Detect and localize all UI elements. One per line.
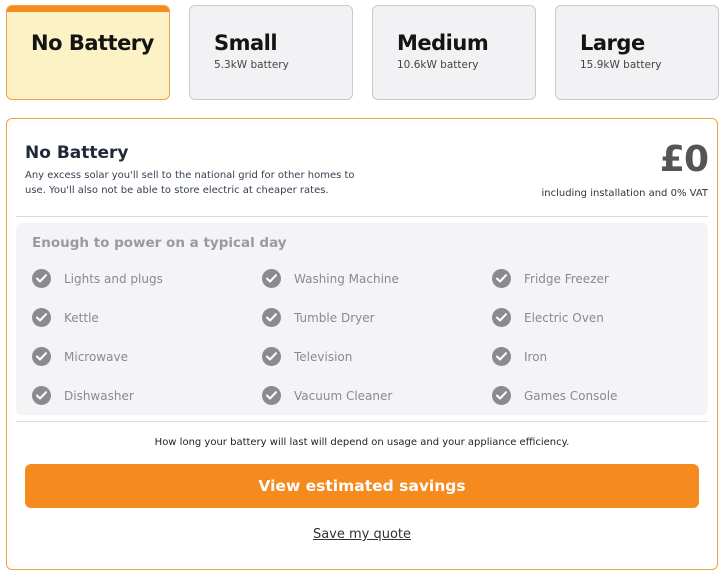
check-icon — [492, 386, 511, 405]
check-icon — [492, 308, 511, 327]
battery-detail-panel: No Battery Any excess solar you'll sell … — [6, 118, 718, 570]
option-title: Large — [580, 31, 645, 55]
appliance-item: Lights and plugs — [32, 259, 262, 298]
option-title: Small — [214, 31, 278, 55]
check-icon — [32, 386, 51, 405]
battery-options: No Battery Small 5.3kW battery Medium 10… — [6, 5, 719, 100]
divider — [16, 421, 708, 422]
option-title: Medium — [397, 31, 489, 55]
option-subtitle: 10.6kW battery — [397, 59, 479, 71]
check-icon — [262, 308, 281, 327]
check-icon — [492, 269, 511, 288]
check-icon — [262, 386, 281, 405]
appliances-heading: Enough to power on a typical day — [32, 235, 287, 251]
price-note: including installation and 0% VAT — [541, 188, 708, 199]
appliance-item: Iron — [492, 337, 702, 376]
option-title: No Battery — [31, 31, 154, 55]
option-no-battery[interactable]: No Battery — [6, 5, 170, 100]
check-icon — [32, 347, 51, 366]
check-icon — [492, 347, 511, 366]
appliance-item: Games Console — [492, 376, 702, 415]
appliance-label: Washing Machine — [294, 271, 399, 286]
appliance-label: Microwave — [64, 349, 128, 364]
appliance-item: Television — [262, 337, 492, 376]
option-large[interactable]: Large 15.9kW battery — [555, 5, 719, 100]
appliance-label: Vacuum Cleaner — [294, 388, 393, 403]
appliance-label: Kettle — [64, 310, 99, 325]
view-savings-button[interactable]: View estimated savings — [25, 464, 699, 508]
appliance-label: Electric Oven — [524, 310, 604, 325]
summary-title: No Battery — [25, 143, 129, 163]
check-icon — [262, 269, 281, 288]
appliance-label: Television — [294, 349, 353, 364]
appliance-label: Fridge Freezer — [524, 271, 609, 286]
appliance-label: Tumble Dryer — [294, 310, 375, 325]
appliances-grid: Lights and plugs Washing Machine Fridge Fr… — [32, 259, 708, 415]
option-medium[interactable]: Medium 10.6kW battery — [372, 5, 536, 100]
appliance-item: Microwave — [32, 337, 262, 376]
appliance-label: Iron — [524, 349, 548, 364]
appliance-item: Washing Machine — [262, 259, 492, 298]
check-icon — [262, 347, 281, 366]
appliance-item: Fridge Freezer — [492, 259, 702, 298]
appliance-item: Kettle — [32, 298, 262, 337]
appliance-label: Lights and plugs — [64, 271, 163, 286]
appliance-item: Tumble Dryer — [262, 298, 492, 337]
price: £0 — [659, 139, 709, 180]
option-subtitle: 5.3kW battery — [214, 59, 289, 71]
appliance-label: Dishwasher — [64, 388, 134, 403]
appliance-item: Electric Oven — [492, 298, 702, 337]
battery-summary: No Battery Any excess solar you'll sell … — [16, 119, 709, 217]
summary-description: Any excess solar you'll sell to the nati… — [25, 170, 355, 196]
appliances-section: Enough to power on a typical day Lights … — [16, 223, 708, 415]
appliance-item: Vacuum Cleaner — [262, 376, 492, 415]
check-icon — [32, 308, 51, 327]
option-subtitle: 15.9kW battery — [580, 59, 662, 71]
appliance-label: Games Console — [524, 388, 618, 403]
check-icon — [32, 269, 51, 288]
save-quote-link[interactable]: Save my quote — [7, 527, 717, 542]
option-small[interactable]: Small 5.3kW battery — [189, 5, 353, 100]
appliance-item: Dishwasher — [32, 376, 262, 415]
usage-note: How long your battery will last will dep… — [154, 437, 570, 448]
